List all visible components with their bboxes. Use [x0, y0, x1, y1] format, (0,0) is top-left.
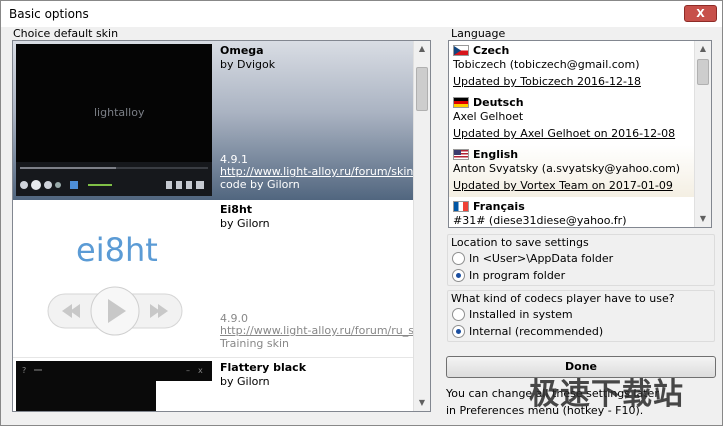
- language-updated: Updated by Axel Gelhoet on 2016-12-08: [453, 127, 676, 140]
- language-contact: Anton Svyatsky (a.svyatsky@yahoo.com): [453, 162, 681, 175]
- skin-name: Ei8ht: [220, 203, 253, 216]
- ei8ht-preview: ei8ht: [16, 203, 212, 353]
- radio-program-folder[interactable]: [452, 268, 465, 282]
- location-option-appdata[interactable]: In <User>\AppData folder: [452, 250, 613, 266]
- language-contact: Axel Gelhoet: [453, 110, 524, 123]
- skin-list[interactable]: lightalloy Omega by Dvigok 4.9.1 http://…: [12, 40, 431, 412]
- language-updated: Updated by Tobiczech 2016-12-18: [453, 75, 641, 88]
- radio-installed-system[interactable]: [452, 307, 465, 321]
- skin-list-scrollbar[interactable]: ▲ ▼: [413, 41, 430, 411]
- option-label: In <User>\AppData folder: [469, 251, 614, 265]
- radio-internal[interactable]: [452, 324, 465, 338]
- language-label: Language: [451, 27, 506, 40]
- language-item-francais[interactable]: Français #31# (diese31diese@yahoo.fr): [449, 197, 695, 227]
- codecs-option-internal[interactable]: Internal (recommended): [452, 323, 603, 339]
- title-bar: Basic options X: [1, 1, 722, 27]
- option-label: In program folder: [469, 268, 566, 282]
- skin-item-flattery-black[interactable]: ? – x Flattery black by Gilorn: [13, 357, 414, 411]
- skin-author: by Gilorn: [220, 375, 270, 388]
- omega-preview: lightalloy: [16, 44, 212, 196]
- scroll-down-icon[interactable]: ▼: [414, 395, 430, 411]
- language-name: English: [473, 148, 519, 161]
- language-item-deutsch[interactable]: Deutsch Axel Gelhoet Updated by Axel Gel…: [449, 93, 695, 145]
- codecs-label: What kind of codecs player have to use?: [451, 292, 675, 305]
- location-group: Location to save settings In <User>\AppD…: [447, 234, 715, 286]
- option-label: Installed in system: [469, 307, 573, 321]
- skin-item-ei8ht[interactable]: ei8ht Ei8ht by Gilorn 4.9.0 http://www.l…: [13, 200, 414, 355]
- scroll-up-icon[interactable]: ▲: [414, 41, 430, 57]
- close-button[interactable]: X: [684, 5, 717, 22]
- language-contact: #31# (diese31diese@yahoo.fr): [453, 214, 627, 227]
- language-updated: Updated by Vortex Team on 2017-01-09: [453, 179, 673, 192]
- skin-author: by Dvigok: [220, 58, 276, 71]
- scroll-thumb[interactable]: [697, 59, 709, 85]
- skin-credits: Training skin: [220, 337, 290, 350]
- scroll-up-icon[interactable]: ▲: [695, 41, 711, 57]
- language-item-czech[interactable]: Czech Tobiczech (tobiczech@gmail.com) Up…: [449, 41, 695, 93]
- watermark-logo: 极速下载站: [529, 377, 684, 412]
- close-icon: X: [696, 7, 705, 20]
- scroll-thumb[interactable]: [416, 67, 428, 111]
- skin-name: Flattery black: [220, 361, 307, 374]
- french-flag-icon: [453, 201, 469, 212]
- czech-flag-icon: [453, 45, 469, 56]
- location-option-program[interactable]: In program folder: [452, 267, 565, 283]
- radio-appdata[interactable]: [452, 251, 465, 265]
- language-list[interactable]: Czech Tobiczech (tobiczech@gmail.com) Up…: [448, 40, 712, 228]
- skin-link[interactable]: http://www.light-alloy.ru/forum/skins/om: [220, 165, 414, 178]
- language-item-english[interactable]: English Anton Svyatsky (a.svyatsky@yahoo…: [449, 145, 695, 197]
- skin-author: by Gilorn: [220, 217, 270, 230]
- us-flag-icon: [453, 149, 469, 160]
- location-label: Location to save settings: [451, 236, 589, 249]
- skin-link[interactable]: http://www.light-alloy.ru/forum/ru_skins: [220, 324, 414, 337]
- codecs-group: What kind of codecs player have to use? …: [447, 290, 715, 342]
- basic-options-window: Basic options X Choice default skin ligh…: [0, 0, 723, 426]
- skin-item-omega[interactable]: lightalloy Omega by Dvigok 4.9.1 http://…: [13, 41, 414, 200]
- window-title: Basic options: [9, 7, 89, 21]
- svg-text:?: ?: [22, 366, 26, 375]
- language-name: Czech: [473, 44, 510, 57]
- skins-label: Choice default skin: [13, 27, 119, 40]
- skin-credits: code by Gilorn: [220, 178, 300, 191]
- scroll-down-icon[interactable]: ▼: [695, 211, 711, 227]
- svg-text:x: x: [198, 366, 203, 375]
- flattery-preview: ? – x: [16, 361, 212, 411]
- language-list-scrollbar[interactable]: ▲ ▼: [694, 41, 711, 227]
- omega-preview-logo: lightalloy: [94, 106, 145, 119]
- option-label: Internal (recommended): [469, 324, 604, 338]
- german-flag-icon: [453, 97, 469, 108]
- skin-name: Omega: [220, 44, 264, 57]
- language-name: Français: [473, 200, 525, 213]
- language-contact: Tobiczech (tobiczech@gmail.com): [453, 58, 640, 71]
- language-name: Deutsch: [473, 96, 524, 109]
- svg-text:–: –: [186, 366, 190, 375]
- codecs-option-system[interactable]: Installed in system: [452, 306, 573, 322]
